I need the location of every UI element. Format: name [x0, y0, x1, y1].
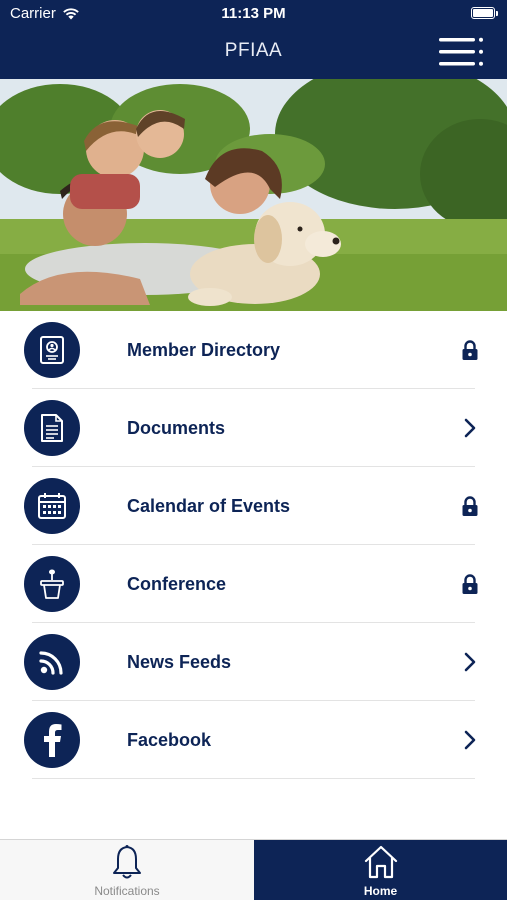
menu-item-calendar-of-events[interactable]: Calendar of Events — [0, 467, 507, 545]
status-time: 11:13 PM — [221, 5, 286, 22]
app-header: Carrier 11:13 PM PFIAA — [0, 0, 507, 79]
member-id-icon — [40, 336, 64, 364]
document-icon — [41, 414, 63, 442]
rss-icon — [39, 651, 63, 675]
main-menu-list: Member Directory Documents Calendar of E… — [0, 311, 507, 779]
facebook-icon — [44, 724, 62, 757]
menu-item-label: Calendar of Events — [127, 496, 291, 516]
conference-icon-circle — [24, 556, 80, 612]
calendar-icon — [38, 493, 66, 519]
member-directory-icon-circle — [24, 322, 80, 378]
facebook-icon-circle — [24, 712, 80, 768]
chevron-right-icon — [464, 652, 476, 672]
page-title: PFIAA — [224, 40, 283, 61]
calendar-icon-circle — [24, 478, 80, 534]
status-bar: Carrier 11:13 PM — [0, 0, 507, 28]
menu-item-documents[interactable]: Documents — [0, 389, 507, 467]
tab-notifications[interactable]: Notifications — [0, 840, 254, 900]
podium-icon — [40, 569, 64, 599]
home-icon — [364, 845, 397, 879]
news-feeds-icon-circle — [24, 634, 80, 690]
menu-item-conference[interactable]: Conference — [0, 545, 507, 623]
bottom-tab-bar: Notifications Home — [0, 839, 507, 900]
tab-notifications-label: Notifications — [94, 884, 160, 898]
lock-icon — [462, 340, 478, 360]
documents-icon-circle — [24, 400, 80, 456]
family-with-dog-photo — [0, 79, 507, 311]
battery-icon — [471, 7, 498, 19]
lock-icon — [462, 574, 478, 594]
divider — [32, 778, 475, 779]
chevron-right-icon — [464, 418, 476, 438]
bell-icon — [113, 845, 141, 879]
menu-item-label: News Feeds — [127, 652, 232, 672]
menu-item-label: Documents — [127, 418, 226, 438]
menu-item-label: Facebook — [127, 730, 212, 750]
menu-item-facebook[interactable]: Facebook — [0, 701, 507, 779]
chevron-right-icon — [464, 730, 476, 750]
menu-item-label: Member Directory — [127, 340, 281, 360]
menu-item-label: Conference — [127, 574, 227, 594]
tab-home-label: Home — [363, 884, 398, 898]
hero-image — [0, 79, 507, 311]
menu-item-member-directory[interactable]: Member Directory — [0, 311, 507, 389]
tab-home[interactable]: Home — [254, 840, 507, 900]
lock-icon — [462, 496, 478, 516]
hamburger-menu-icon[interactable] — [439, 37, 485, 67]
menu-item-news-feeds[interactable]: News Feeds — [0, 623, 507, 701]
